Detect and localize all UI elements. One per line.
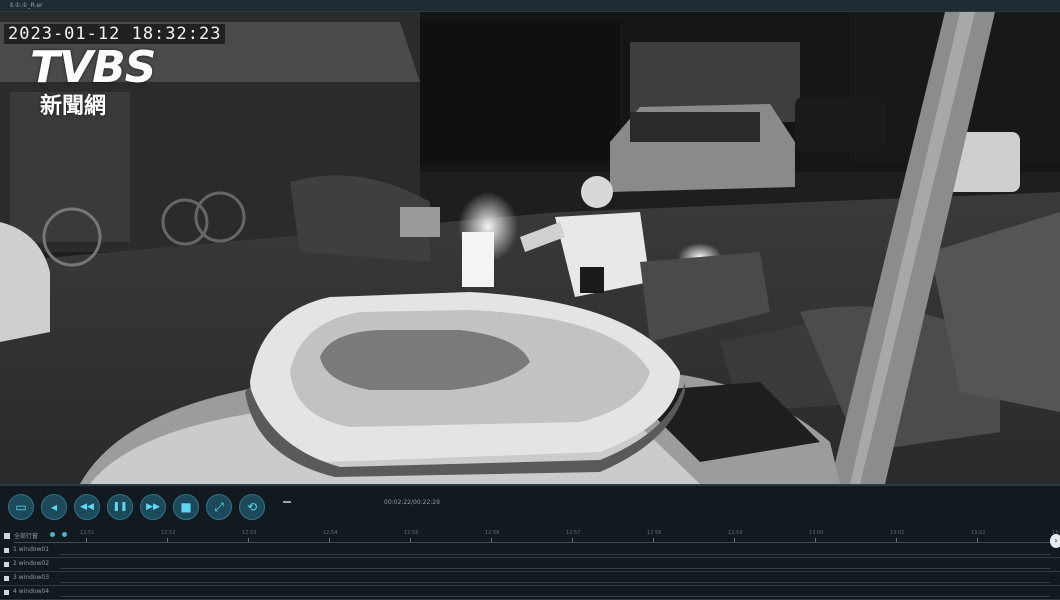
logo-brand: TVBS xyxy=(30,42,156,93)
stop-icon: ■ xyxy=(180,500,192,514)
loop-button[interactable]: ⟲ xyxy=(239,494,265,520)
timeline-tick-label: 12:53 xyxy=(242,530,257,536)
channel-checkbox[interactable] xyxy=(4,548,9,553)
open-folder-button[interactable]: ▭ xyxy=(8,494,34,520)
tvbs-logo: TVBS 新聞網 xyxy=(30,44,210,134)
channel-label: 2 window02 xyxy=(13,560,50,567)
channel-row[interactable]: 3 window03 xyxy=(0,572,1060,586)
pause-icon: ❚❚ xyxy=(112,502,128,512)
timeline-tick-label: 13:01 xyxy=(890,530,905,536)
channel-track[interactable] xyxy=(60,568,1050,569)
fullscreen-icon: ⤢ xyxy=(214,500,224,514)
channel-track[interactable] xyxy=(60,554,1050,555)
fullscreen-button[interactable]: ⤢ xyxy=(206,494,232,520)
channel-row[interactable]: 4 window04 xyxy=(0,586,1060,600)
channel-label: 1 window01 xyxy=(13,546,50,553)
timeline-tick-label: 12:52 xyxy=(161,530,176,536)
title-bar: Ⅱ.①.①_R.er xyxy=(0,0,1060,12)
fast-forward-button[interactable]: ▶▶ xyxy=(140,494,166,520)
channel-row[interactable]: 2 window02 xyxy=(0,558,1060,572)
timeline-tick-label: 12:54 xyxy=(323,530,338,536)
channel-track[interactable] xyxy=(60,596,1050,597)
fast-forward-icon: ▶▶ xyxy=(146,502,160,512)
stop-button[interactable]: ■ xyxy=(173,494,199,520)
volume-button[interactable]: ◂ xyxy=(41,494,67,520)
select-all-checkbox[interactable] xyxy=(4,533,10,539)
rewind-button[interactable]: ◀◀ xyxy=(74,494,100,520)
channel-label: 4 window04 xyxy=(13,588,50,595)
playback-time: 00:02:22/00:22:29 xyxy=(384,499,440,506)
pause-button[interactable]: ❚❚ xyxy=(107,494,133,520)
logo-network: 新聞網 xyxy=(40,94,107,119)
channel-checkbox[interactable] xyxy=(4,590,9,595)
rewind-icon: ◀◀ xyxy=(80,502,94,512)
timeline-tick-label: 13:00 xyxy=(809,530,824,536)
channel-checkbox[interactable] xyxy=(4,576,9,581)
timeline-tick-label: 12:57 xyxy=(566,530,581,536)
timeline-tick-label: 12:59 xyxy=(728,530,743,536)
timeline-tick-label: 12:56 xyxy=(485,530,500,536)
channel-label: 3 window03 xyxy=(13,574,50,581)
separator-dash xyxy=(283,501,291,503)
speaker-icon: ◂ xyxy=(50,500,58,514)
channel-checkbox[interactable] xyxy=(4,562,9,567)
video-viewport[interactable]: 2023-01-12 18:32:23 TVBS 新聞網 xyxy=(0,12,1060,484)
folder-icon: ▭ xyxy=(15,500,27,514)
channel-row[interactable]: 1 window01 xyxy=(0,544,1060,558)
timeline-tick-label: 12:55 xyxy=(404,530,419,536)
loop-icon: ⟲ xyxy=(246,500,258,514)
timeline-tick-label: 13:02 xyxy=(971,530,986,536)
camera-timestamp: 2023-01-12 18:32:23 xyxy=(4,24,226,44)
timeline-tick-label: 12:58 xyxy=(647,530,662,536)
player-controls: ▭ ◂ ◀◀ ❚❚ ▶▶ ■ ⤢ ⟲ 00:02:22/00:22:29 全部行… xyxy=(0,484,1060,600)
marker-dot[interactable] xyxy=(50,532,55,537)
timeline-header: 全部行窗 12:51 12:52 12:53 12:54 12:55 12:56 12:57… xyxy=(0,530,1060,542)
select-all-label: 全部行窗 xyxy=(14,533,39,540)
marker-dot[interactable] xyxy=(62,532,67,537)
window-title: Ⅱ.①.①_R.er xyxy=(10,2,43,9)
timeline-tick-label: 12:51 xyxy=(80,530,95,536)
channel-track[interactable] xyxy=(60,582,1050,583)
timeline-scrubber[interactable] xyxy=(14,542,1054,543)
